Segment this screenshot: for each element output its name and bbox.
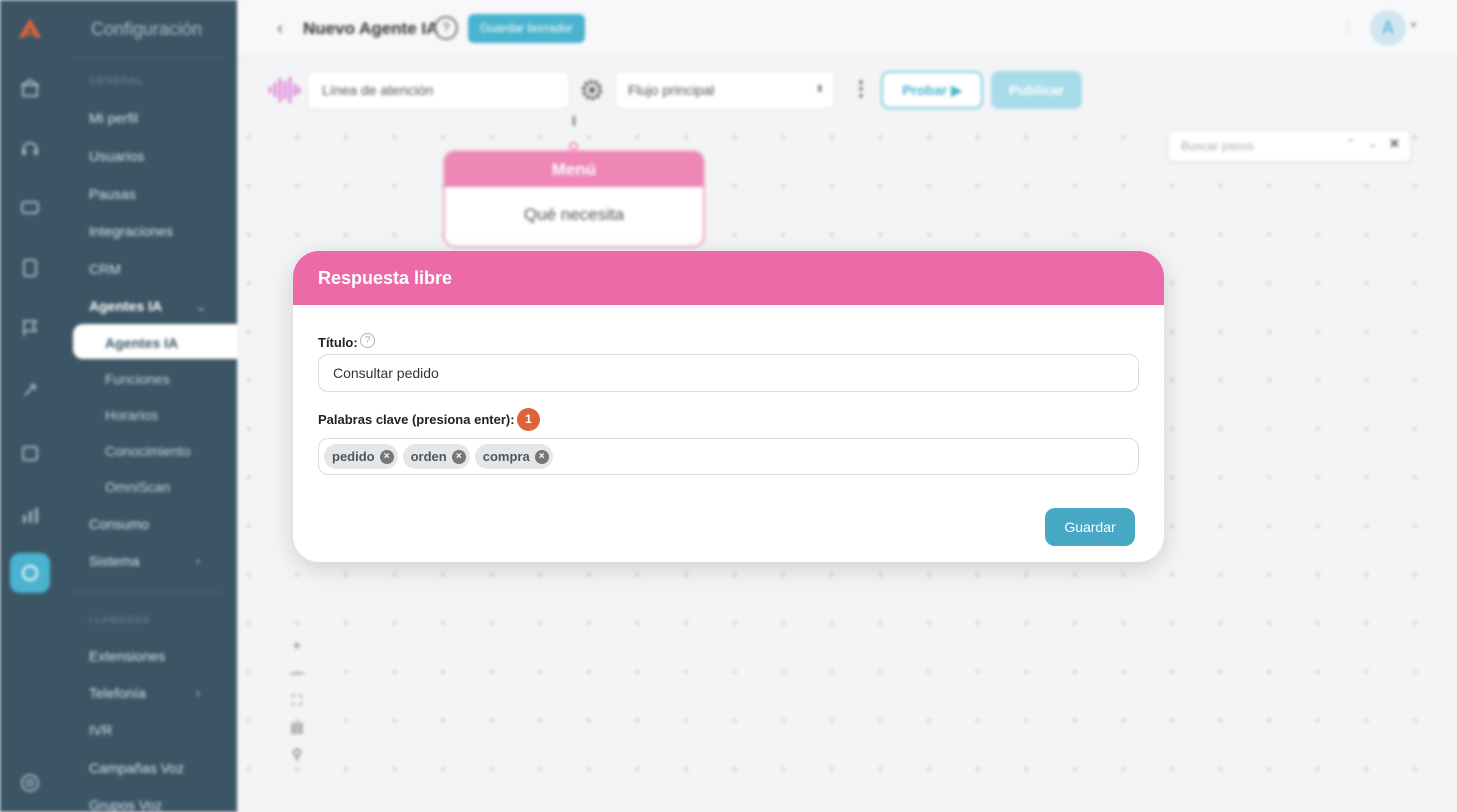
chevron-down-icon: ⌄ [196, 300, 207, 314]
more-vert-icon[interactable]: ⋮ [851, 78, 871, 100]
help-icon[interactable]: ? [434, 16, 458, 40]
close-icon[interactable]: ✕ [1389, 136, 1400, 152]
audio-wave-icon [266, 74, 302, 106]
remove-tag-icon[interactable]: × [379, 449, 394, 464]
more-vert-icon[interactable]: ⋮ [1341, 18, 1355, 35]
chevron-right-icon: › [196, 554, 200, 568]
icon-rail [0, 0, 60, 812]
sidebar-subitem-conocimiento[interactable]: Conocimiento [105, 443, 191, 459]
chevron-down-icon[interactable]: ⌄ [1368, 137, 1377, 150]
sidebar-item-grupos-voz[interactable]: Grupos Voz [89, 797, 162, 812]
settings-icon [18, 561, 42, 585]
test-button[interactable]: Probar ▶ [881, 71, 983, 109]
free-response-modal: Respuesta libre Título: ? Palabras clave… [293, 251, 1164, 562]
fit-view-icon[interactable]: ⛶ [286, 689, 308, 711]
sidebar-subitem-agentes-ia[interactable]: Agentes IA [105, 335, 178, 351]
sidebar-item-extensiones[interactable]: Extensiones [89, 648, 165, 664]
node-title: Menú [445, 152, 703, 187]
keywords-label: Palabras clave (presiona enter): [318, 412, 515, 427]
remove-tag-icon[interactable]: × [451, 449, 466, 464]
chevron-up-icon[interactable]: ⌃ [1346, 137, 1355, 150]
keyword-input[interactable] [557, 441, 1133, 472]
sidebar-item-campanas-voz[interactable]: Campañas Voz [89, 760, 184, 776]
help-lifebuoy-icon[interactable] [18, 771, 42, 795]
flow-select[interactable]: Flujo principal ⬍ [615, 71, 835, 109]
minimap-icon[interactable]: ▤ [286, 716, 308, 738]
keyword-tag: pedido × [324, 444, 398, 469]
node-body: Qué necesita [523, 205, 625, 224]
sidebar-item-usuarios[interactable]: Usuarios [89, 148, 144, 164]
node-connector-dot[interactable] [569, 142, 578, 151]
flow-select-value: Flujo principal [628, 82, 715, 98]
gear-icon[interactable] [580, 78, 604, 102]
play-icon: ▶ [951, 82, 962, 98]
settings-sidebar: Configuración GENERAL Mi perfil Usuarios… [60, 0, 237, 812]
help-icon[interactable]: ? [360, 333, 375, 348]
zoom-in-icon[interactable]: + [286, 634, 308, 656]
sidebar-item-agentes-ia[interactable]: Agentes IA [89, 298, 162, 314]
search-steps-input[interactable]: Buscar pasos [1181, 139, 1254, 153]
sidebar-item-integraciones[interactable]: Integraciones [89, 223, 173, 239]
zoom-out-icon[interactable]: — [286, 661, 308, 683]
connector-line [573, 116, 575, 126]
title-label: Título: [318, 335, 358, 350]
flag-icon[interactable] [18, 316, 42, 340]
remove-tag-icon[interactable]: × [534, 449, 549, 464]
logo-icon [18, 16, 42, 40]
search-steps-box[interactable]: Buscar pasos ⌃ ⌄ ✕ [1168, 130, 1411, 162]
avatar[interactable]: A [1370, 10, 1406, 46]
sidebar-item-consumo[interactable]: Consumo [89, 516, 149, 532]
section-general: GENERAL [89, 76, 144, 87]
keyword-tag-label: compra [482, 449, 530, 464]
sidebar-subitem-horarios[interactable]: Horarios [105, 407, 158, 423]
sidebar-item-pausas[interactable]: Pausas [89, 186, 136, 202]
keywords-input-box[interactable]: pedido × orden × compra × [318, 438, 1139, 475]
sidebar-subitem-funciones[interactable]: Funciones [105, 371, 170, 387]
save-draft-button[interactable]: Guardar borrador [468, 14, 585, 43]
topbar: ‹ Nuevo Agente IA ? Guardar borrador ⋮ A… [237, 0, 1457, 57]
back-arrow-icon[interactable]: ‹ [277, 18, 283, 39]
modal-title: Respuesta libre [318, 268, 453, 288]
sidebar-title: Configuración [91, 19, 203, 39]
line-select[interactable]: Línea de atención [307, 71, 570, 109]
modal-header: Respuesta libre [293, 251, 1164, 305]
flow-node-menu[interactable]: Menú Qué necesita [443, 150, 705, 248]
zoom-search-icon[interactable]: ⚲ [286, 743, 308, 765]
keyword-tag-label: orden [410, 449, 447, 464]
sidebar-item-crm[interactable]: CRM [89, 261, 121, 277]
section-llamadas: LLAMADAS [89, 615, 151, 626]
rocket-icon[interactable] [18, 378, 42, 402]
chart-icon[interactable] [18, 503, 42, 527]
select-caret-icon: ⬍ [815, 84, 824, 95]
chevron-right-icon: › [196, 686, 200, 700]
sidebar-item-telefonia[interactable]: Telefonía [89, 685, 146, 701]
contacts-icon[interactable] [18, 256, 42, 280]
headset-icon[interactable] [18, 136, 42, 160]
sidebar-subitem-omniscan[interactable]: OmniScan [105, 479, 170, 495]
page-title: Nuevo Agente IA [303, 19, 439, 38]
caret-down-icon[interactable]: ▾ [1411, 20, 1416, 31]
keyword-tag: compra × [474, 444, 553, 469]
sidebar-item-sistema[interactable]: Sistema [89, 553, 140, 569]
calendar-icon[interactable] [18, 441, 42, 465]
divider [72, 58, 222, 59]
home-icon[interactable] [18, 76, 42, 100]
keywords-count-badge: 1 [517, 408, 540, 431]
save-button[interactable]: Guardar [1045, 508, 1135, 546]
keyword-tag-label: pedido [332, 449, 375, 464]
sidebar-item-mi-perfil[interactable]: Mi perfil [89, 110, 138, 126]
divider [72, 592, 222, 593]
chat-icon[interactable] [18, 196, 42, 220]
title-input[interactable] [318, 354, 1139, 392]
sidebar-item-ivr[interactable]: IVR [89, 722, 112, 738]
publish-button[interactable]: Publicar [991, 71, 1082, 109]
test-button-label: Probar [902, 82, 948, 98]
keyword-tag: orden × [402, 444, 470, 469]
